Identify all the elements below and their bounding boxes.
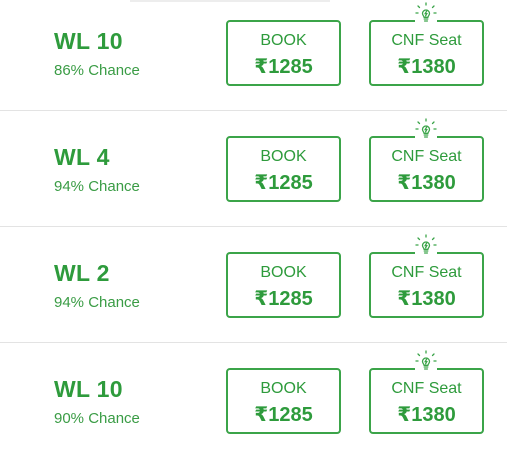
cnf-seat-price: ₹1380 (397, 288, 456, 310)
book-price: ₹1285 (254, 404, 313, 426)
cnf-seat-price: ₹1380 (397, 56, 456, 78)
book-button[interactable]: BOOK ₹1285 (226, 252, 341, 318)
confirmation-chance: 86% Chance (54, 62, 140, 79)
book-button[interactable]: BOOK ₹1285 (226, 136, 341, 202)
availability-list: WL 10 86% Chance BOOK ₹1285 CNF Seat ₹13… (0, 0, 507, 452)
waitlist-status: WL 2 (54, 260, 110, 286)
list-item: WL 4 94% Chance BOOK ₹1285 CNF Seat ₹138… (0, 116, 507, 231)
book-price: ₹1285 (254, 288, 313, 310)
book-button-label: BOOK (260, 32, 307, 49)
waitlist-status: WL 4 (54, 144, 110, 170)
book-price: ₹1285 (254, 172, 313, 194)
lightbulb-icon (415, 2, 437, 28)
lightbulb-icon (415, 118, 437, 144)
cnf-seat-price: ₹1380 (397, 404, 456, 426)
cnf-seat-label: CNF Seat (391, 148, 462, 165)
waitlist-status: WL 10 (54, 28, 123, 54)
cnf-seat-label: CNF Seat (391, 264, 462, 281)
confirmation-chance: 94% Chance (54, 294, 140, 311)
book-price: ₹1285 (254, 56, 313, 78)
list-item: WL 10 86% Chance BOOK ₹1285 CNF Seat ₹13… (0, 0, 507, 115)
waitlist-status: WL 10 (54, 376, 123, 402)
cnf-seat-price: ₹1380 (397, 172, 456, 194)
cnf-seat-button[interactable]: CNF Seat ₹1380 (369, 20, 484, 86)
lightbulb-icon (415, 234, 437, 260)
list-item: WL 2 94% Chance BOOK ₹1285 CNF Seat ₹138… (0, 232, 507, 347)
confirmation-chance: 90% Chance (54, 410, 140, 427)
cnf-seat-button[interactable]: CNF Seat ₹1380 (369, 252, 484, 318)
book-button-label: BOOK (260, 264, 307, 281)
row-divider (0, 110, 507, 111)
cnf-seat-button[interactable]: CNF Seat ₹1380 (369, 368, 484, 434)
cnf-seat-button[interactable]: CNF Seat ₹1380 (369, 136, 484, 202)
book-button-label: BOOK (260, 148, 307, 165)
row-divider (0, 342, 507, 343)
book-button-label: BOOK (260, 380, 307, 397)
cnf-seat-label: CNF Seat (391, 380, 462, 397)
confirmation-chance: 94% Chance (54, 178, 140, 195)
book-button[interactable]: BOOK ₹1285 (226, 20, 341, 86)
lightbulb-icon (415, 350, 437, 376)
cnf-seat-label: CNF Seat (391, 32, 462, 49)
list-item: WL 10 90% Chance BOOK ₹1285 CNF Seat ₹13… (0, 348, 507, 463)
book-button[interactable]: BOOK ₹1285 (226, 368, 341, 434)
row-divider (0, 226, 507, 227)
